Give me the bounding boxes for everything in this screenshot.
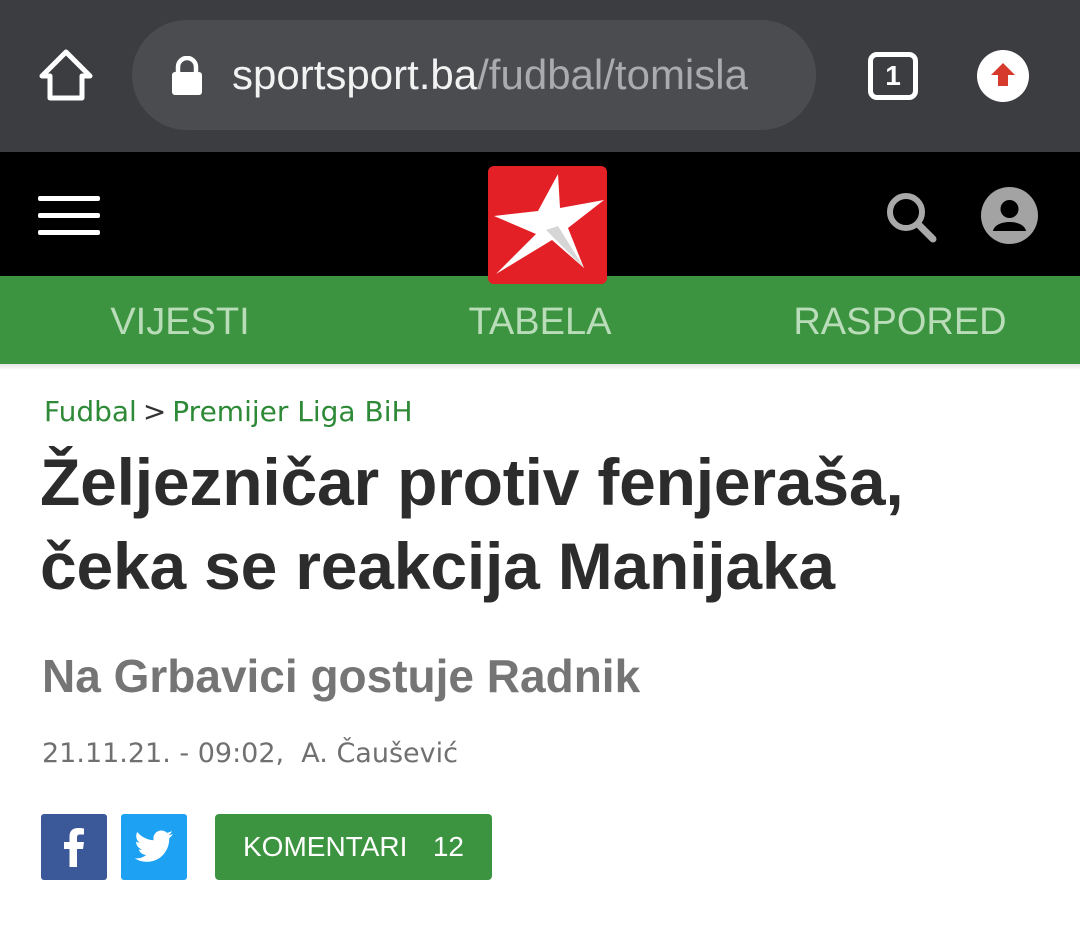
tab-tabela[interactable]: TABELA bbox=[360, 276, 720, 364]
breadcrumb: Fudbal > Premijer Liga BiH bbox=[44, 392, 413, 432]
headline-line: Željezničar protiv fenjeraša, bbox=[40, 445, 904, 519]
update-arrow-icon bbox=[991, 63, 1015, 86]
search-icon bbox=[887, 193, 937, 243]
menu-line bbox=[38, 230, 100, 235]
comments-button[interactable]: KOMENTARI 12 bbox=[215, 814, 492, 880]
article-headline: Željezničar protiv fenjeraša, čeka se re… bbox=[40, 440, 1040, 608]
facebook-icon bbox=[64, 828, 84, 867]
site-logo[interactable] bbox=[488, 166, 607, 284]
menu-line bbox=[38, 213, 100, 218]
headline-line: čeka se reakcija Manijaka bbox=[40, 529, 835, 603]
tab-switcher-button[interactable]: 1 bbox=[868, 52, 918, 100]
browser-toolbar: sportsport.ba/fudbal/tomisla 1 bbox=[0, 0, 1080, 152]
comments-count: 12 bbox=[432, 831, 464, 862]
section-nav: VIJESTI TABELA RASPORED bbox=[0, 276, 1080, 364]
tab-vijesti[interactable]: VIJESTI bbox=[0, 276, 360, 364]
site-header bbox=[0, 152, 1080, 284]
address-bar[interactable]: sportsport.ba/fudbal/tomisla bbox=[132, 20, 816, 130]
article-subheadline: Na Grbavici gostuje Radnik bbox=[42, 650, 641, 702]
url-domain: sportsport.ba bbox=[232, 51, 478, 98]
article-date: 21.11.21. - 09:02, bbox=[42, 738, 285, 769]
tab-raspored[interactable]: RASPORED bbox=[720, 276, 1080, 364]
home-button[interactable] bbox=[36, 46, 96, 106]
home-icon bbox=[39, 49, 93, 101]
twitter-icon bbox=[134, 830, 173, 862]
account-icon bbox=[993, 200, 1026, 231]
article-author[interactable]: A. Čaušević bbox=[301, 738, 458, 769]
url-fade bbox=[776, 20, 816, 130]
url-path: /fudbal/tomisla bbox=[477, 51, 748, 98]
url-text: sportsport.ba/fudbal/tomisla bbox=[232, 48, 748, 102]
search-button[interactable] bbox=[884, 190, 938, 244]
twitter-share-button[interactable] bbox=[121, 814, 187, 880]
lock-icon bbox=[172, 56, 202, 95]
nav-shadow bbox=[0, 364, 1080, 370]
breadcrumb-subsection[interactable]: Premijer Liga BiH bbox=[172, 395, 412, 428]
comments-label: KOMENTARI bbox=[243, 831, 408, 862]
breadcrumb-section[interactable]: Fudbal bbox=[44, 395, 137, 428]
article-meta: 21.11.21. - 09:02, A. Čaušević bbox=[42, 736, 458, 772]
breadcrumb-separator: > bbox=[142, 395, 167, 428]
account-button[interactable] bbox=[981, 187, 1038, 244]
update-button[interactable] bbox=[977, 50, 1029, 102]
star-logo-icon bbox=[494, 174, 604, 274]
menu-line bbox=[38, 196, 100, 201]
facebook-share-button[interactable] bbox=[41, 814, 107, 880]
menu-button[interactable] bbox=[38, 196, 100, 236]
